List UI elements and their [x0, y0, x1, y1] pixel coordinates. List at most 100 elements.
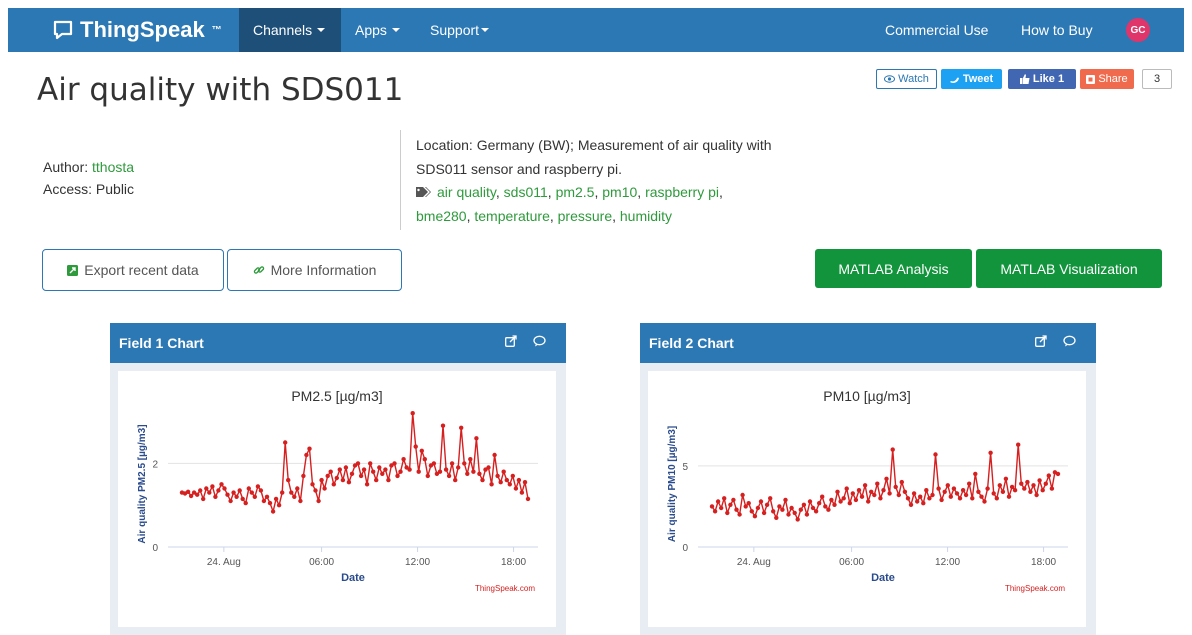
- tweet-label: Tweet: [962, 73, 994, 85]
- data-point: [1037, 478, 1042, 483]
- comment-icon[interactable]: [1063, 335, 1076, 347]
- data-point: [407, 467, 412, 472]
- nav-channels[interactable]: Channels: [239, 8, 341, 52]
- data-point: [346, 480, 352, 485]
- x-tick-label: 24. Aug: [737, 557, 771, 568]
- user-avatar[interactable]: GC: [1126, 18, 1150, 42]
- data-point: [513, 486, 519, 491]
- data-point: [719, 505, 724, 511]
- data-point: [1022, 486, 1027, 491]
- data-point: [386, 477, 391, 483]
- data-point: [331, 482, 336, 487]
- data-point: [804, 512, 810, 517]
- tweet-button[interactable]: Tweet: [941, 69, 1002, 89]
- tag-link[interactable]: sds011: [504, 184, 548, 200]
- data-point: [774, 515, 779, 520]
- comment-icon[interactable]: [533, 335, 546, 347]
- data-point: [963, 492, 969, 498]
- data-point: [715, 499, 721, 504]
- nav-how-to-buy[interactable]: How to Buy: [1007, 8, 1107, 52]
- data-point: [725, 510, 730, 516]
- data-point: [328, 469, 333, 474]
- data-point: [960, 488, 966, 493]
- data-point: [1049, 486, 1055, 491]
- watch-button[interactable]: Watch: [876, 69, 937, 89]
- data-point: [489, 482, 494, 487]
- nav-apps[interactable]: Apps: [341, 8, 414, 52]
- brand-logo[interactable]: ThingSpeak ™: [52, 8, 222, 52]
- author-link[interactable]: tthosta: [92, 159, 134, 175]
- tag-link[interactable]: raspberry pi: [645, 184, 719, 200]
- data-point: [890, 447, 895, 452]
- data-point: [283, 440, 288, 445]
- external-link-icon[interactable]: [1035, 335, 1047, 347]
- facebook-like-button[interactable]: Like 1: [1008, 69, 1076, 89]
- y-tick-label: 2: [152, 459, 158, 470]
- data-point: [893, 484, 898, 490]
- y-tick-label: 5: [682, 462, 688, 473]
- data-point: [462, 461, 467, 466]
- more-information-button[interactable]: More Information: [227, 249, 402, 291]
- nav-how-to-buy-label: How to Buy: [1021, 22, 1093, 38]
- data-point: [289, 490, 294, 495]
- meta-divider: [400, 130, 401, 230]
- data-point: [498, 480, 503, 485]
- data-point: [337, 467, 342, 472]
- tag-link[interactable]: humidity: [620, 208, 672, 224]
- panel-header: Field 1 Chart: [110, 323, 566, 363]
- matlab-visualization-button[interactable]: MATLAB Visualization: [976, 249, 1162, 288]
- data-point: [264, 494, 270, 499]
- data-point: [449, 461, 455, 466]
- data-point: [185, 489, 191, 494]
- data-point: [783, 497, 788, 503]
- data-point: [201, 496, 206, 502]
- tag-link[interactable]: pm2.5: [556, 184, 595, 200]
- page-title: Air quality with SDS011: [37, 72, 404, 108]
- nav-support[interactable]: Support: [416, 8, 503, 52]
- data-point: [979, 494, 984, 499]
- data-point: [261, 498, 267, 504]
- external-link-icon[interactable]: [505, 335, 517, 347]
- chart-credit: ThingSpeak.com: [1005, 584, 1065, 593]
- data-point: [1043, 481, 1048, 486]
- data-point: [319, 477, 324, 483]
- panel-header: Field 2 Chart: [640, 323, 1096, 363]
- data-point: [477, 471, 482, 476]
- data-point: [976, 489, 981, 494]
- tag-link[interactable]: temperature: [474, 208, 549, 224]
- x-tick-label: 06:00: [839, 557, 864, 568]
- panel-title: Field 1 Chart: [119, 335, 204, 351]
- data-point: [847, 501, 852, 506]
- data-point: [307, 446, 312, 451]
- watch-label: Watch: [898, 73, 929, 85]
- data-point: [525, 496, 531, 502]
- data-point: [519, 490, 525, 495]
- data-point: [945, 483, 950, 488]
- tag-link[interactable]: pressure: [558, 208, 612, 224]
- data-point: [817, 501, 822, 506]
- nav-commercial-use[interactable]: Commercial Use: [871, 8, 1002, 52]
- nav-channels-label: Channels: [253, 22, 313, 38]
- top-navbar: ThingSpeak ™ Channels Apps Support Commer…: [8, 8, 1184, 52]
- data-point: [383, 467, 388, 472]
- data-point: [349, 471, 355, 476]
- matlab-analysis-button[interactable]: MATLAB Analysis: [815, 249, 972, 288]
- series-line: [711, 443, 1059, 521]
- x-tick-label: 18:00: [501, 557, 526, 568]
- data-point: [850, 491, 855, 496]
- data-point: [1028, 489, 1033, 494]
- data-point: [198, 488, 203, 493]
- data-point: [204, 486, 209, 491]
- tag-link[interactable]: pm10: [602, 184, 637, 200]
- share-button[interactable]: Share: [1080, 69, 1134, 89]
- data-point: [801, 502, 807, 507]
- tag-link[interactable]: bme280: [416, 208, 467, 224]
- data-point: [231, 490, 236, 495]
- data-point: [504, 477, 509, 483]
- data-point: [1046, 473, 1051, 478]
- data-point: [856, 488, 862, 493]
- tag-link[interactable]: air quality: [437, 184, 496, 200]
- data-point: [343, 465, 349, 470]
- export-recent-data-button[interactable]: Export recent data: [42, 249, 224, 291]
- panel-title: Field 2 Chart: [649, 335, 734, 351]
